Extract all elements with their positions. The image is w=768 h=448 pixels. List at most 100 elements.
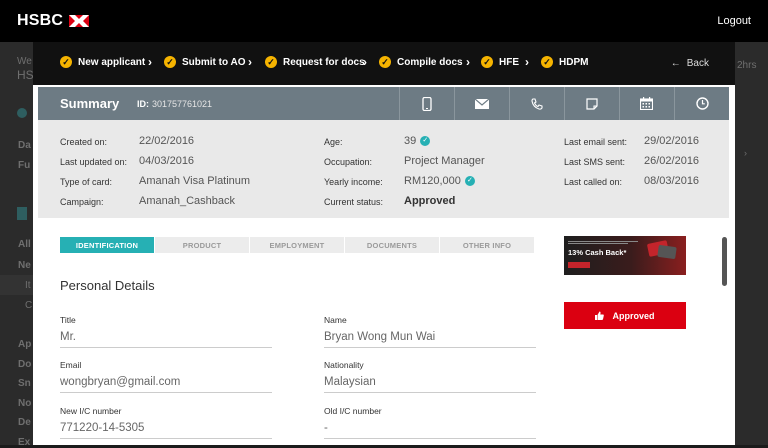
- age-field: 39 ✓: [404, 135, 431, 147]
- occupation-value: Project Manager: [404, 155, 485, 167]
- step-new-applicant[interactable]: ✓ New applicant: [60, 56, 145, 68]
- bg-text: It: [25, 280, 31, 291]
- chevron-right-icon: ›: [466, 55, 470, 69]
- nationality-field[interactable]: Malaysian: [324, 376, 536, 393]
- scrollbar-thumb[interactable]: [722, 237, 727, 286]
- hexagon-logo-icon: [69, 15, 90, 27]
- clock-icon[interactable]: [674, 87, 729, 120]
- age-value: 39: [404, 135, 417, 147]
- chevron-right-icon: ›: [148, 55, 152, 69]
- mobile-icon[interactable]: [399, 87, 453, 120]
- title-field[interactable]: Mr.: [60, 331, 272, 348]
- old-ic-field[interactable]: -: [324, 422, 536, 439]
- new-ic-label: New I/C number: [60, 406, 122, 416]
- bg-text: Fu: [18, 160, 31, 171]
- age-label: Age:: [324, 137, 343, 147]
- check-icon: ✓: [265, 56, 277, 68]
- tab-identification[interactable]: IDENTIFICATION: [60, 237, 154, 253]
- promo-banner[interactable]: 13% Cash Back*: [564, 236, 686, 275]
- summary-id: 301757761021: [152, 99, 213, 109]
- summary-details: Created on: 22/02/2016 Last updated on: …: [38, 120, 729, 218]
- bg-doc-icon: [17, 207, 27, 220]
- step-label: New applicant: [78, 56, 146, 68]
- tab-product[interactable]: PRODUCT: [155, 237, 249, 253]
- verified-check-icon: ✓: [420, 136, 431, 147]
- last-updated-value: 04/03/2016: [139, 155, 195, 167]
- credit-card-image: [657, 244, 677, 260]
- new-ic-field[interactable]: 771220-14-5305: [60, 422, 272, 439]
- step-request-for-docs[interactable]: ✓ Request for docs: [265, 56, 365, 68]
- check-icon: ✓: [60, 56, 72, 68]
- last-sms-label: Last SMS sent:: [564, 157, 626, 167]
- created-on-value: 22/02/2016: [139, 135, 195, 147]
- chevron-right-icon: ›: [248, 55, 252, 69]
- old-ic-label: Old I/C number: [324, 406, 382, 416]
- check-icon: ✓: [379, 56, 391, 68]
- email-label: Email: [60, 360, 82, 370]
- last-called-value: 08/03/2016: [644, 175, 700, 187]
- section-title: Personal Details: [60, 278, 155, 293]
- name-label: Name: [324, 315, 347, 325]
- back-button[interactable]: ← Back: [671, 58, 709, 69]
- tab-other-info[interactable]: OTHER INFO: [440, 237, 534, 253]
- bg-dot-icon: [17, 108, 27, 118]
- title-label: Title: [60, 315, 76, 325]
- approved-button[interactable]: Approved: [564, 302, 686, 329]
- brand-name: HSBC: [17, 12, 64, 29]
- calendar-icon[interactable]: [619, 87, 673, 120]
- logout-link[interactable]: Logout: [717, 15, 751, 27]
- phone-icon[interactable]: [509, 87, 563, 120]
- bg-text: Da: [18, 140, 31, 151]
- step-hfe[interactable]: ✓ HFE: [481, 56, 519, 68]
- created-on-label: Created on:: [60, 137, 108, 147]
- occupation-label: Occupation:: [324, 157, 373, 167]
- promo-headline: 13% Cash Back*: [568, 248, 627, 257]
- check-icon: ✓: [481, 56, 493, 68]
- step-submit-to-ao[interactable]: ✓ Submit to AO: [164, 56, 246, 68]
- step-label: Request for docs: [283, 56, 365, 68]
- verified-check-icon: ✓: [464, 176, 475, 187]
- promo-fine-print: [568, 240, 638, 245]
- approved-label: Approved: [612, 310, 655, 321]
- bg-text: Do: [18, 359, 32, 370]
- bg-text: Ex: [18, 437, 31, 448]
- step-label: HFE: [499, 56, 519, 68]
- step-compile-docs[interactable]: ✓ Compile docs: [379, 56, 463, 68]
- top-bar: HSBC Logout: [0, 0, 768, 42]
- email-field[interactable]: wongbryan@gmail.com: [60, 376, 272, 393]
- bg-text: C: [25, 300, 33, 311]
- tab-employment[interactable]: EMPLOYMENT: [250, 237, 344, 253]
- bg-text: All: [18, 239, 31, 250]
- last-sms-value: 26/02/2016: [644, 155, 700, 167]
- mail-icon[interactable]: [454, 87, 508, 120]
- check-icon: ✓: [541, 56, 553, 68]
- check-icon: ✓: [164, 56, 176, 68]
- bg-chevron-icon: ›: [744, 148, 747, 158]
- last-email-label: Last email sent:: [564, 137, 628, 147]
- step-label: Compile docs: [397, 56, 463, 68]
- bg-text: Sn: [18, 378, 31, 389]
- step-hdpm[interactable]: ✓ HDPM: [541, 56, 588, 68]
- last-email-value: 29/02/2016: [644, 135, 700, 147]
- step-label: Submit to AO: [182, 56, 246, 68]
- chevron-right-icon: ›: [363, 55, 367, 69]
- name-field[interactable]: Bryan Wong Mun Wai: [324, 331, 536, 348]
- note-icon[interactable]: [564, 87, 618, 120]
- bg-text: Ne: [18, 260, 31, 271]
- status-label: Current status:: [324, 197, 384, 207]
- summary-id-label: ID:: [137, 99, 149, 109]
- detail-tabs: IDENTIFICATION PRODUCT EMPLOYMENT DOCUME…: [60, 237, 535, 253]
- card-type-value: Amanah Visa Platinum: [139, 175, 251, 187]
- promo-cta: [568, 262, 590, 268]
- back-label: Back: [686, 58, 709, 69]
- thumbs-up-icon: [595, 311, 605, 320]
- bg-text: Ap: [18, 339, 32, 350]
- last-called-label: Last called on:: [564, 177, 623, 187]
- chevron-right-icon: ›: [525, 55, 529, 69]
- income-label: Yearly income:: [324, 177, 383, 187]
- last-updated-label: Last updated on:: [60, 157, 128, 167]
- tab-documents[interactable]: DOCUMENTS: [345, 237, 439, 253]
- campaign-label: Campaign:: [60, 197, 104, 207]
- application-modal: ✓ New applicant › ✓ Submit to AO › ✓ Req…: [33, 42, 735, 445]
- bg-text: De: [18, 417, 31, 428]
